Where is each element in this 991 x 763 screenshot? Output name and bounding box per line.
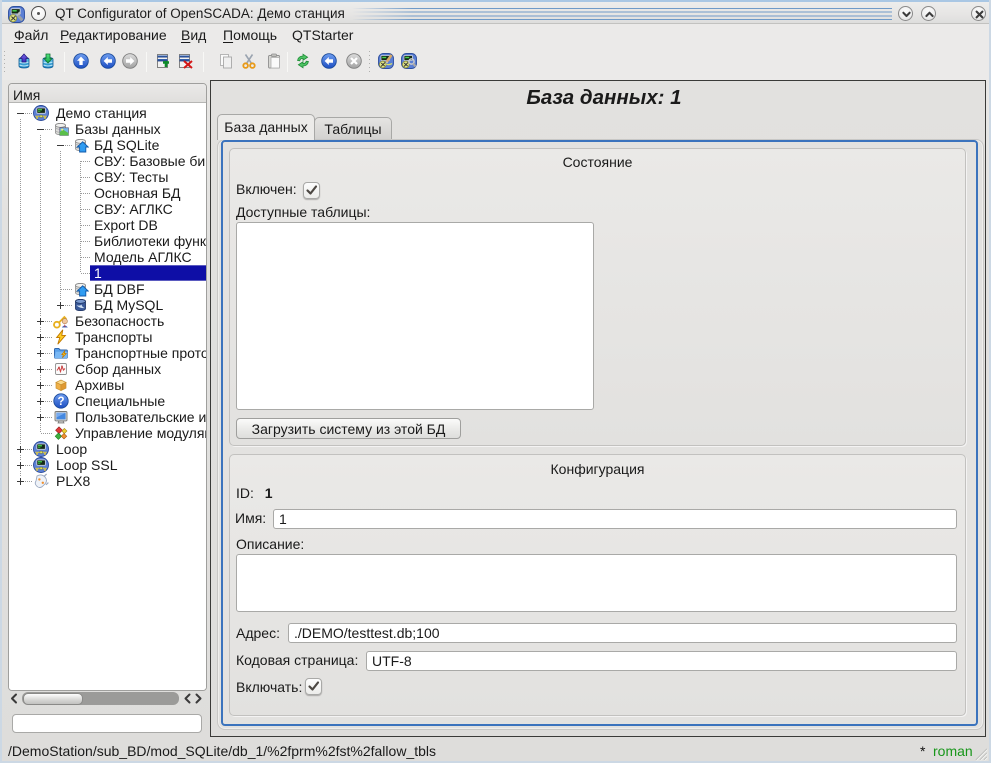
svg-text:?: ? xyxy=(57,396,64,408)
